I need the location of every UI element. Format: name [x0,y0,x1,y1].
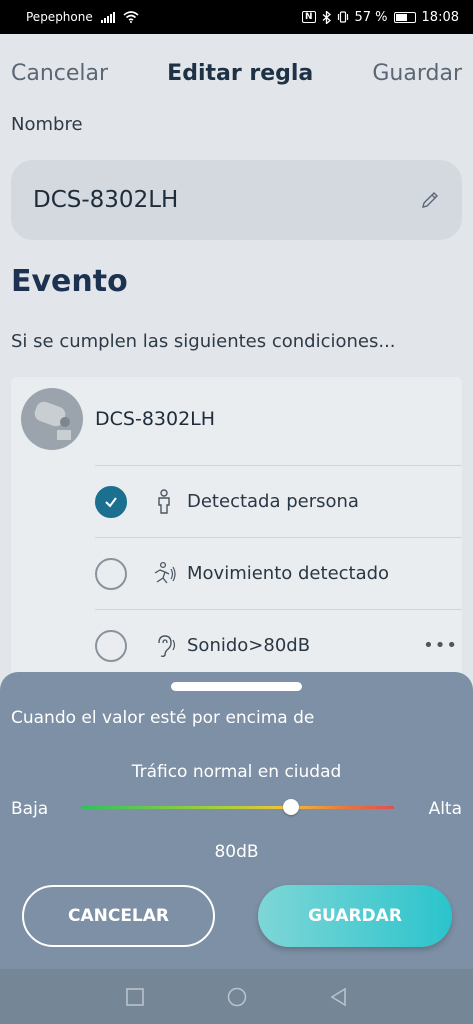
sheet-handle[interactable] [171,682,302,691]
event-heading: Evento [11,264,128,299]
battery-percent: 57 % [354,9,388,25]
name-label: Nombre [11,114,83,135]
option-person[interactable]: Detectada persona [95,465,462,537]
navigation-bar [0,969,473,1024]
clock: 18:08 [421,9,459,25]
name-value: DCS-8302LH [33,187,179,213]
threshold-text: Cuando el valor esté por encima de [11,708,315,728]
status-bar: Pepephone N 57 % 18:08 [0,0,473,34]
option-label: Movimiento detectado [187,563,390,584]
carrier-group: Pepephone [26,10,139,24]
cancel-button[interactable]: CANCELAR [22,885,215,947]
checkbox-person[interactable] [95,485,127,518]
device-card: DCS-8302LH Detectada persona Movimiento … [11,377,462,697]
home-icon[interactable] [226,986,248,1008]
checkbox-sound[interactable] [95,629,127,662]
sound-threshold-sheet: Cuando el valor esté por encima de Tráfi… [0,672,473,969]
slider-value: 80dB [214,842,259,862]
option-label: Detectada persona [187,491,359,512]
save-button[interactable]: GUARDAR [258,885,452,947]
more-options-icon[interactable]: ••• [423,635,462,656]
level-description: Tráfico normal en ciudad [131,762,342,782]
signal-icon [100,11,115,23]
camera-icon [21,388,83,450]
status-right: N 57 % 18:08 [301,9,459,25]
save-link[interactable]: Guardar [372,61,462,86]
pencil-icon[interactable] [420,190,440,210]
page-title: Editar regla [167,60,314,86]
person-icon [158,488,170,514]
option-motion[interactable]: Movimiento detectado [95,537,462,609]
back-icon[interactable] [328,986,350,1008]
device-row: DCS-8302LH [11,377,462,461]
slider-thumb[interactable] [283,799,300,815]
wifi-icon [123,11,139,23]
low-label: Baja [11,799,49,819]
bluetooth-icon [322,10,331,24]
option-sound[interactable]: Sonido>80dB ••• [95,609,462,681]
checkbox-motion[interactable] [95,557,127,590]
device-name: DCS-8302LH [95,408,216,430]
option-label: Sonido>80dB [187,635,311,656]
vibrate-icon [337,11,348,23]
ear-icon [158,634,176,657]
nfc-icon: N [301,11,316,23]
motion-icon [154,561,176,583]
check-icon [105,496,117,508]
high-label: Alta [428,799,462,819]
conditions-text: Si se cumplen las siguientes condiciones… [11,331,396,352]
recents-icon[interactable] [124,986,146,1008]
sensitivity-slider[interactable] [82,806,394,809]
name-field[interactable]: DCS-8302LH [11,160,462,240]
cancel-link[interactable]: Cancelar [11,61,108,86]
battery-icon [393,11,416,23]
carrier-name: Pepephone [26,10,93,24]
top-bar: Cancelar Editar regla Guardar [0,34,473,112]
